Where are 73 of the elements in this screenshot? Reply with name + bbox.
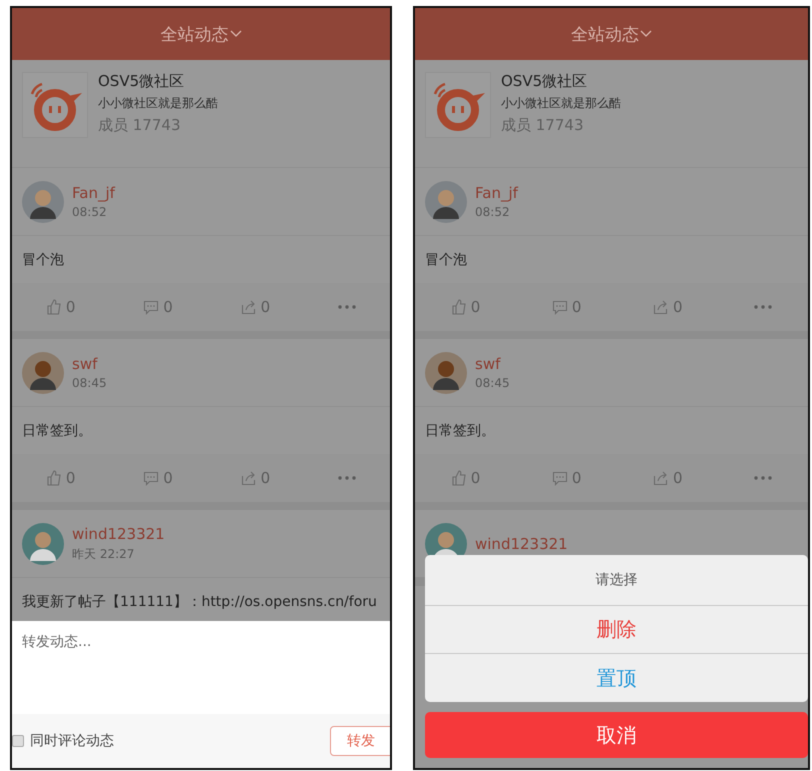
author-name[interactable]: Fan_jf [475, 184, 518, 202]
feed-selector[interactable]: 全站动态 [571, 22, 652, 46]
checkbox[interactable] [12, 735, 24, 747]
sheet-option[interactable]: 删除 [425, 606, 808, 654]
more-icon [754, 305, 772, 309]
member-count: 成员 17743 [501, 116, 584, 135]
more-button[interactable] [754, 476, 772, 480]
like-button[interactable]: 0 [450, 469, 480, 487]
avatar-icon [22, 180, 64, 222]
group-slogan: 小小微社区就是那么酷 [98, 95, 218, 112]
logo-icon [22, 72, 88, 138]
sheet-option[interactable]: 置顶 [425, 654, 808, 702]
chevron-down-icon [230, 30, 242, 38]
share-icon [653, 299, 670, 315]
share-button[interactable]: 0 [240, 469, 270, 487]
share-button[interactable]: 0 [653, 469, 683, 487]
author-name[interactable]: wind123321 [72, 524, 165, 542]
post-text: 我更新了帖子【111111】：http://os.opensns.cn/foru [21, 592, 378, 612]
cancel-button[interactable]: 取消 [425, 712, 808, 758]
share-icon [653, 470, 670, 486]
share-button[interactable]: 0 [240, 298, 270, 316]
post-time: 08:52 [72, 205, 108, 219]
comment-icon [552, 299, 568, 315]
more-button[interactable] [338, 476, 356, 480]
thumbs-up-icon [450, 299, 467, 315]
post-text: 冒个泡 [21, 250, 65, 270]
repost-button[interactable]: 转发 [330, 726, 390, 756]
thumbs-up-icon [46, 299, 62, 315]
member-count: 成员 17743 [98, 116, 182, 135]
post-time: 昨天 22:27 [72, 546, 136, 562]
more-button[interactable] [754, 305, 772, 309]
group-name: OSV5微社区 [98, 72, 186, 91]
comment-icon [143, 470, 160, 486]
group-name: OSV5微社区 [501, 72, 588, 91]
share-icon [240, 470, 257, 486]
comment-button[interactable]: 0 [143, 298, 173, 316]
author-name[interactable]: wind123321 [475, 534, 568, 552]
post-time: 08:52 [475, 205, 511, 219]
repost-input[interactable]: 转发动态... [12, 621, 390, 714]
avatar-icon [425, 180, 467, 222]
more-button[interactable] [338, 305, 356, 309]
comment-button[interactable]: 0 [552, 469, 582, 487]
author-name[interactable]: swf [475, 355, 510, 373]
more-icon [338, 476, 356, 480]
comment-button[interactable]: 0 [143, 469, 173, 487]
thumbs-up-icon [450, 470, 467, 486]
logo-icon [425, 72, 491, 138]
comment-icon [552, 470, 568, 486]
like-button[interactable]: 0 [450, 298, 480, 316]
more-icon [754, 476, 772, 480]
avatar-icon [22, 522, 64, 564]
checkbox-label: 同时评论动态 [30, 732, 114, 750]
share-button[interactable]: 0 [653, 298, 683, 316]
avatar-icon [425, 352, 467, 394]
post-time: 08:45 [72, 376, 107, 390]
thumbs-up-icon [46, 470, 62, 486]
sheet-title: 请选择 [425, 555, 808, 606]
like-button[interactable]: 0 [46, 469, 76, 487]
comment-icon [143, 299, 160, 315]
share-icon [240, 299, 257, 315]
group-slogan: 小小微社区就是那么酷 [501, 95, 621, 112]
author-name[interactable]: Fan_jf [72, 184, 115, 202]
author-name[interactable]: swf [72, 355, 107, 373]
post-text: 日常签到。 [424, 422, 496, 440]
feed-selector[interactable]: 全站动态 [160, 22, 242, 46]
post-time: 08:45 [475, 376, 510, 390]
more-icon [338, 305, 356, 309]
post-text: 日常签到。 [21, 422, 93, 440]
like-button[interactable]: 0 [46, 298, 76, 316]
chevron-down-icon [640, 30, 652, 38]
avatar-icon [22, 352, 64, 394]
post-text: 冒个泡 [424, 250, 468, 270]
comment-button[interactable]: 0 [552, 298, 582, 316]
